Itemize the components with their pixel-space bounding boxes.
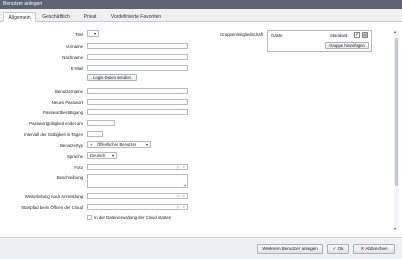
- weiterleitung-field[interactable]: ▷ ⌕: [87, 193, 188, 199]
- benutzername-label: Benutzername: [55, 89, 83, 94]
- scroll-up-icon[interactable]: ▴: [394, 29, 396, 34]
- sprache-value: Deutsch: [90, 153, 106, 158]
- email-label: E-Mail: [70, 66, 83, 71]
- weiterleitung-label: Weiterleitung nach Anmeldung: [24, 194, 83, 199]
- ok-label: Ok: [337, 246, 344, 251]
- folder-icon[interactable]: ▷: [177, 204, 180, 209]
- close-icon: ✕: [360, 246, 365, 251]
- login-daten-senden-button[interactable]: Login-Daten senden: [87, 74, 137, 81]
- gruppe-status: Standard: [330, 33, 348, 38]
- gruppen-list: Gäste Standard ✓ ▤ Gruppe hinzufügen: [267, 30, 372, 52]
- search-icon[interactable]: ⌕: [183, 193, 185, 198]
- passwort-bestaetigung-label: Passwortbestätigung: [43, 110, 83, 115]
- foto-label: Foto: [74, 165, 83, 170]
- sprache-select[interactable]: Deutsch ▾: [87, 152, 117, 159]
- scrollbar-thumb[interactable]: [395, 38, 398, 186]
- foto-field[interactable]: ▷ ⌕: [87, 164, 188, 170]
- vorname-label: Vorname: [65, 44, 83, 49]
- chevron-down-icon: ▾: [93, 31, 96, 36]
- folder-icon[interactable]: ▷: [177, 193, 180, 198]
- beschreibung-textarea[interactable]: ◢: [87, 174, 188, 188]
- startpfad-label: Startpfad beim Öffnen der Cloud: [21, 205, 83, 210]
- titel-label: Titel: [75, 32, 83, 37]
- benutzertyp-label: Benutzertyp: [60, 143, 83, 148]
- tab-bar: Allgemein Geschäftlich Privat Vordefinie…: [0, 9, 402, 22]
- intervall-label: Intervall der Gültigkeit in Tagen: [24, 132, 83, 137]
- email-field[interactable]: [87, 65, 188, 71]
- passwort-field[interactable]: [87, 99, 188, 105]
- weiteren-benutzer-button[interactable]: Weiteren Benutzer anlegen: [257, 244, 323, 254]
- dialog-footer: Weiteren Benutzer anlegen ✓ Ok ✕ Abbrech…: [0, 237, 402, 259]
- benutzername-field[interactable]: [87, 88, 188, 94]
- gruppenmitgliedschaft-label: Gruppenmitgliedschaft: [220, 32, 263, 37]
- vertical-scrollbar[interactable]: ▴ ▾: [394, 29, 399, 231]
- window-title: Benutzer anlegen: [0, 0, 402, 9]
- check-icon: ✓: [332, 246, 337, 251]
- benutzertyp-value: Öffentlicher Benutzer: [97, 142, 137, 147]
- tab-favoriten[interactable]: Vordefinierte Favoriten: [106, 12, 166, 22]
- folder-icon[interactable]: ▷: [177, 164, 180, 169]
- chevron-down-icon: ▾: [111, 153, 114, 158]
- passwort-gueltig-field[interactable]: [87, 120, 115, 126]
- gruppe-name: Gäste: [271, 33, 283, 38]
- search-icon[interactable]: ⌕: [183, 164, 185, 169]
- user-icon: ●: [90, 142, 93, 147]
- passwort-label: Neues Passwort: [51, 100, 83, 105]
- titel-select[interactable]: ▾: [87, 30, 99, 37]
- nachname-label: Nachname: [62, 55, 83, 60]
- nachname-field[interactable]: [87, 54, 188, 60]
- abbrechen-label: Abbrechen: [365, 246, 388, 251]
- gruppe-hinzufuegen-button[interactable]: Gruppe hinzufügen: [325, 42, 369, 49]
- resize-handle-icon[interactable]: ◢: [183, 183, 186, 187]
- tab-privat[interactable]: Privat: [76, 12, 104, 22]
- passwort-bestaetigung-field[interactable]: [87, 109, 188, 115]
- sprache-label: Sprache: [66, 154, 83, 159]
- vorname-field[interactable]: [87, 43, 188, 49]
- abbrechen-button[interactable]: ✕ Abbrechen: [353, 244, 395, 254]
- form-content: Titel ▾ Vorname Nachname E-Mail Login-Da…: [0, 22, 402, 237]
- dateiverwaltung-checkbox[interactable]: [87, 215, 92, 220]
- tab-allgemein[interactable]: Allgemein: [3, 12, 36, 22]
- dateiverwaltung-checkbox-label: In der Dateiverwaltung der Cloud starten: [94, 215, 172, 220]
- gruppe-checkbox[interactable]: ✓: [354, 32, 360, 38]
- scroll-down-icon[interactable]: ▾: [394, 226, 396, 231]
- tab-geschaeftlich[interactable]: Geschäftlich: [38, 12, 74, 22]
- passwort-gueltig-label: Passwortgültigkeit endet am: [29, 121, 83, 126]
- beschreibung-label: Beschreibung: [56, 175, 83, 180]
- intervall-field[interactable]: [87, 131, 103, 137]
- benutzertyp-select[interactable]: ● Öffentlicher Benutzer ▾: [87, 141, 151, 148]
- chevron-down-icon: ▾: [145, 142, 148, 147]
- ok-button[interactable]: ✓ Ok: [327, 244, 349, 254]
- search-icon[interactable]: ⌕: [183, 204, 185, 209]
- gruppe-remove-icon[interactable]: ▤: [362, 32, 368, 38]
- startpfad-field[interactable]: ▷ ⌕: [87, 204, 188, 210]
